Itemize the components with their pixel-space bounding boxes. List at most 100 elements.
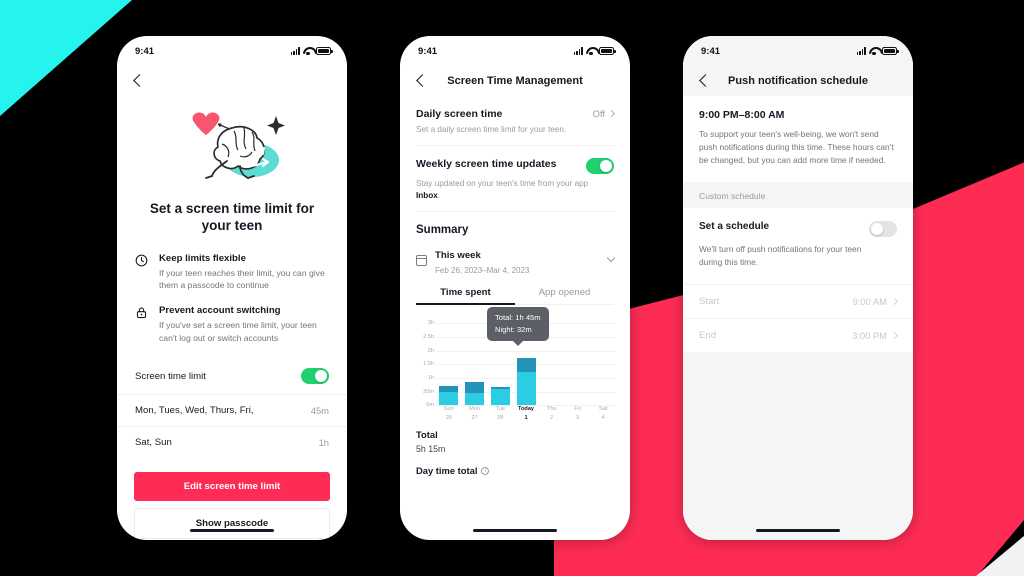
home-indicator (190, 528, 274, 532)
chart-bar-column[interactable] (565, 323, 591, 405)
back-chevron-icon[interactable] (131, 73, 147, 89)
chart-bar[interactable] (439, 382, 459, 406)
chevron-down-icon[interactable] (606, 254, 616, 263)
feature-heading: Prevent account switching (159, 305, 281, 317)
chart-bar-day-segment (516, 372, 536, 406)
limit-row-weekdays[interactable]: Mon, Tues, Wed, Thurs, Fri, 45m (117, 394, 347, 426)
chart-bar-day-segment (465, 392, 485, 406)
phone3-screen: 9:41 Push notification schedule 9:00 PM–… (683, 36, 913, 540)
status-bar-icons (290, 47, 333, 56)
feature-heading: Keep limits flexible (159, 252, 246, 264)
limit-value: 45m (310, 405, 329, 417)
screen-time-limit-label: Screen time limit (135, 370, 206, 382)
signal-bars-icon (856, 47, 866, 55)
week-selector-label: This week (435, 250, 481, 262)
show-passcode-button[interactable]: Show passcode (134, 508, 330, 540)
chart-y-tick-label: 2.5h (423, 334, 434, 341)
chart-x-tick-label: Fri 3 (574, 406, 581, 421)
feature-item: Keep limits flexible If your teen reache… (135, 253, 329, 292)
tooltip-night: Night: 32m (495, 325, 532, 335)
chart-y-tick-label: 30m (423, 388, 434, 395)
nav-bar: Push notification schedule (683, 66, 913, 96)
weekly-updates-row[interactable]: Weekly screen time updates Stay updated … (400, 146, 630, 211)
chart-bar-column[interactable] (462, 323, 488, 406)
status-bar: 9:41 (400, 36, 630, 66)
feature-text: Prevent account switching If you've set … (159, 305, 329, 344)
chart-x-tick-label: Mon 27 (469, 406, 481, 421)
chart-y-tick-label: 3h (427, 320, 434, 327)
page-title: Screen Time Management (447, 75, 583, 87)
set-a-schedule-label: Set a schedule (699, 221, 770, 233)
inbox-link[interactable]: Inbox (416, 191, 438, 200)
chart-bar[interactable] (465, 380, 485, 406)
screen-time-limit-toggle-row[interactable]: Screen time limit (117, 358, 347, 394)
calendar-icon (415, 254, 428, 266)
daily-screen-time-value: Off (592, 108, 605, 119)
chart-x-tick-label: Sat 4 (598, 406, 608, 421)
set-a-schedule-body: We'll turn off push notifications for yo… (699, 244, 862, 268)
custom-schedule-group-heading: Custom schedule (699, 191, 766, 202)
chart-bar-night-segment (516, 357, 536, 373)
set-a-schedule-row[interactable]: Set a schedule We'll turn off push notif… (683, 208, 913, 285)
tooltip-total: Total: 1h 45m (495, 313, 541, 323)
start-time-row[interactable]: Start 9:00 AM (683, 284, 913, 319)
daily-screen-time-row[interactable]: Daily screen time Off Set a daily screen… (400, 96, 630, 145)
daily-screen-time-label: Daily screen time (416, 108, 503, 120)
tab-time-spent[interactable]: Time spent (416, 287, 515, 306)
chart-x-tick-label: Tue 28 (495, 406, 506, 421)
screen-time-limit-toggle[interactable] (301, 368, 329, 385)
chart-y-tick-label: 1h (427, 375, 434, 382)
phone3-body: 9:00 PM–8:00 AM To support your teen's w… (683, 96, 913, 540)
chart-bar-column[interactable] (436, 323, 462, 406)
feature-body: If you've set a screen time limit, your … (159, 320, 317, 343)
daily-screen-time-header: Daily screen time Off (416, 108, 616, 120)
total-label: Total (416, 429, 438, 441)
end-time-row[interactable]: End 3:00 PM (683, 318, 913, 353)
weekly-updates-subtitle-suffix: . (437, 190, 441, 200)
limit-row-weekend[interactable]: Sat, Sun 1h (117, 426, 347, 458)
chart-bar[interactable] (490, 383, 510, 406)
week-selector-range: Feb 26, 2023–Mar 4, 2023 (435, 266, 530, 276)
phone-mockup-push-notification-schedule: 9:41 Push notification schedule 9:00 PM–… (683, 36, 913, 540)
chart-bar[interactable] (516, 357, 536, 406)
phone-mockup-screen-time-limit: 9:41 Set a screen time limit for your te… (117, 36, 347, 540)
weekly-updates-toggle[interactable] (586, 158, 614, 175)
chart-bar-column[interactable] (590, 323, 616, 405)
chart-y-tick-label: 2h (427, 347, 434, 354)
edit-screen-time-limit-button[interactable]: Edit screen time limit (134, 472, 330, 502)
battery-icon (599, 47, 616, 55)
wifi-icon (303, 47, 313, 56)
back-chevron-icon[interactable] (697, 73, 713, 89)
empty-space (683, 352, 913, 540)
home-indicator (756, 528, 840, 532)
signal-bars-icon (573, 47, 583, 55)
weekly-updates-subtitle: Stay updated on your teen's time from yo… (416, 178, 614, 201)
lock-icon (135, 305, 150, 344)
chart-bar-day-segment (439, 391, 459, 406)
feature-text: Keep limits flexible If your teen reache… (159, 253, 329, 292)
week-selector[interactable]: This week Feb 26, 2023–Mar 4, 2023 (400, 236, 630, 275)
quiet-hours-body: To support your teen's well-being, we wo… (699, 129, 894, 166)
background-white-corner-triangle (976, 536, 1024, 576)
set-a-schedule-header: Set a schedule (699, 221, 897, 238)
set-a-schedule-toggle[interactable] (869, 221, 897, 238)
action-buttons: Edit screen time limit Show passcode (117, 458, 347, 540)
chart-y-axis: 0m 30m 1h 1.5h 2h 2.5h 3h (414, 320, 436, 408)
time-spent-bar-chart: 0m 30m 1h 1.5h 2h 2.5h 3h Sun 26 Mon 27 Tue 28 Today… (414, 307, 616, 421)
summary-tabs: Time spent App opened (416, 287, 614, 306)
info-icon[interactable]: i (481, 466, 490, 475)
page-title: Set a screen time limit for your teen (149, 201, 315, 234)
battery-icon (316, 47, 333, 55)
chevron-right-icon (607, 109, 616, 118)
tab-app-opened[interactable]: App opened (515, 287, 614, 304)
phone1-screen: 9:41 Set a screen time limit for your te… (117, 36, 347, 540)
status-bar-time: 9:41 (135, 45, 155, 57)
start-time-value-group: 9:00 AM (853, 296, 899, 307)
nav-bar (117, 66, 347, 96)
status-bar: 9:41 (117, 36, 347, 66)
back-chevron-icon[interactable] (414, 73, 430, 89)
clock-icon (135, 253, 150, 292)
status-bar-icons (856, 47, 899, 56)
feature-list: Keep limits flexible If your teen reache… (117, 235, 347, 345)
chart-x-axis: Sun 26 Mon 27 Tue 28 Today 1 Thu 2 Fri 3 Sat 4 (436, 405, 616, 421)
